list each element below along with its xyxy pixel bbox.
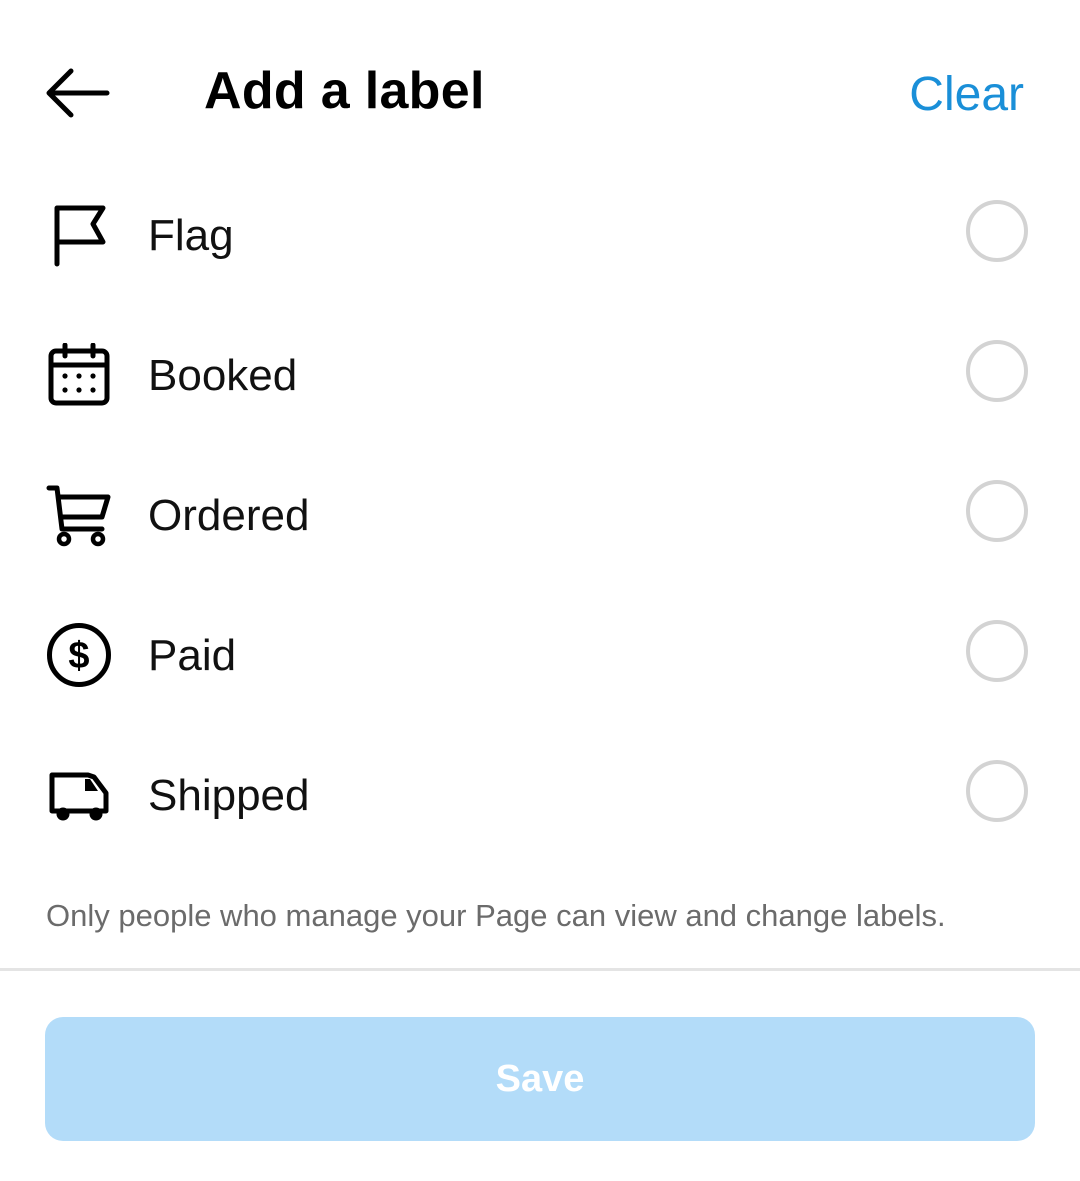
label-text: Ordered: [148, 491, 310, 540]
label-text: Booked: [148, 351, 298, 400]
label-text: Paid: [148, 631, 237, 680]
truck-icon: [44, 760, 114, 830]
radio-button[interactable]: [966, 480, 1028, 542]
save-button[interactable]: Save: [45, 1017, 1035, 1141]
header: Add a label Clear: [0, 0, 1080, 180]
flag-icon: [44, 200, 114, 270]
cart-icon: [44, 480, 114, 550]
divider: [0, 968, 1080, 971]
permission-note: Only people who manage your Page can vie…: [46, 898, 946, 933]
radio-button[interactable]: [966, 340, 1028, 402]
radio-button[interactable]: [966, 760, 1028, 822]
label-row-shipped[interactable]: Shipped: [0, 724, 1080, 864]
label-row-flag[interactable]: Flag: [0, 164, 1080, 304]
page-title: Add a label: [204, 62, 485, 120]
radio-button[interactable]: [966, 620, 1028, 682]
calendar-icon: [44, 340, 114, 410]
label-row-paid[interactable]: $ Paid: [0, 584, 1080, 724]
radio-button[interactable]: [966, 200, 1028, 262]
back-button[interactable]: [40, 58, 116, 128]
label-list: Flag Booked Ordered $ Paid Shipped: [0, 164, 1080, 864]
label-text: Flag: [148, 211, 234, 260]
arrow-left-icon: [45, 68, 111, 118]
label-row-booked[interactable]: Booked: [0, 304, 1080, 444]
label-row-ordered[interactable]: Ordered: [0, 444, 1080, 584]
clear-button[interactable]: Clear: [909, 60, 1024, 130]
label-text: Shipped: [148, 771, 310, 820]
svg-text:$: $: [68, 635, 89, 677]
dollar-circle-icon: $: [44, 620, 114, 690]
